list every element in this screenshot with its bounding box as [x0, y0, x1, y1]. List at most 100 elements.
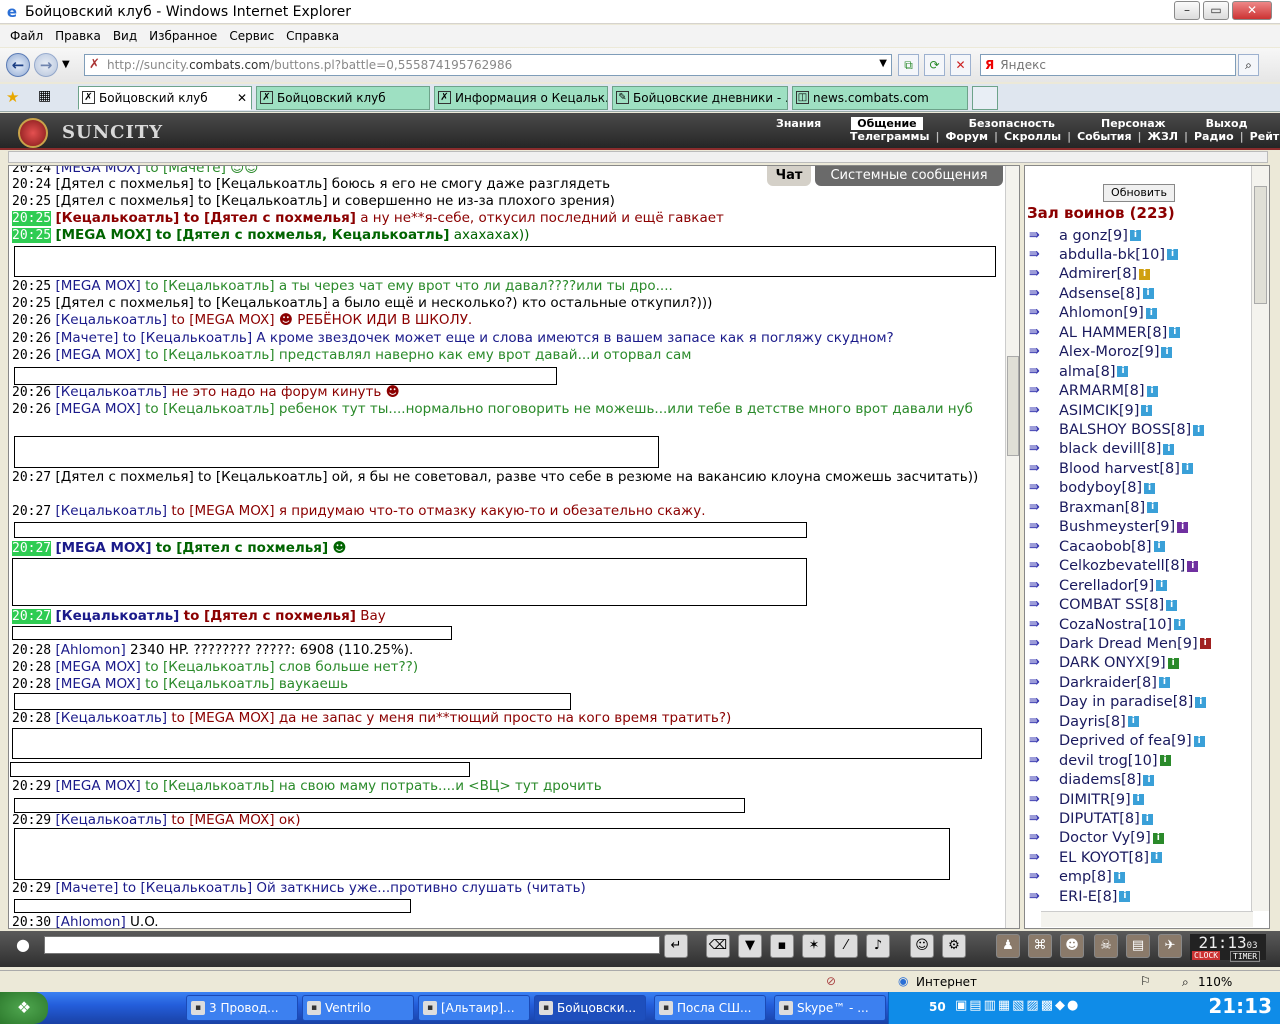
- message-nick[interactable]: [MEGA MOX]: [55, 676, 140, 692]
- filter-icon[interactable]: ▼: [738, 934, 762, 958]
- fighter-icon[interactable]: ✶: [802, 934, 826, 958]
- player-info-icon[interactable]: i: [1142, 288, 1154, 300]
- player-info-icon[interactable]: i: [1193, 424, 1205, 436]
- inventory-icon[interactable]: ♟: [996, 934, 1020, 958]
- player-row[interactable]: ⇛ black devill [8] i: [1029, 440, 1175, 459]
- player-row[interactable]: ⇛ devil trog [10] i: [1029, 751, 1171, 770]
- player-info-icon[interactable]: i: [1117, 366, 1129, 378]
- zoom-level[interactable]: 110%: [1198, 975, 1232, 989]
- message-nick[interactable]: [MEGA MOX]: [55, 166, 140, 176]
- player-name[interactable]: DIPUTAT: [1059, 811, 1119, 827]
- player-info-icon[interactable]: i: [1146, 385, 1158, 397]
- player-row[interactable]: ⇛ Bushmeyster [9] i: [1029, 518, 1189, 537]
- stop-icon[interactable]: ✕: [950, 54, 971, 76]
- message-recipient[interactable]: to [Кецалькоатль]: [123, 880, 252, 896]
- menu-edit[interactable]: Правка: [55, 29, 101, 43]
- shop-icon[interactable]: ▤: [1126, 934, 1150, 958]
- message-recipient[interactable]: to [Кецалькоатль]: [145, 278, 274, 294]
- player-info-icon[interactable]: i: [1152, 832, 1164, 844]
- close-button[interactable]: ✕: [1232, 1, 1272, 20]
- player-name[interactable]: COMBAT SS: [1059, 597, 1144, 613]
- player-info-icon[interactable]: i: [1153, 541, 1165, 553]
- protected-mode-icon[interactable]: ⚐: [1140, 974, 1151, 988]
- player-name[interactable]: CozaNostra: [1059, 617, 1142, 633]
- player-name[interactable]: DIMITR: [1059, 792, 1110, 808]
- player-info-icon[interactable]: i: [1145, 307, 1157, 319]
- private-message-icon[interactable]: ⇛: [1029, 266, 1059, 282]
- popup-blocker-icon[interactable]: ⊘: [826, 974, 836, 988]
- eraser-icon[interactable]: ⌫: [706, 934, 730, 958]
- taskbar-item[interactable]: ▪ 3 Провод...: [186, 995, 298, 1021]
- address-dropdown-icon[interactable]: ▼: [879, 58, 887, 69]
- player-row[interactable]: ⇛ Dark Dread Men [9] i: [1029, 634, 1211, 653]
- player-info-icon[interactable]: i: [1129, 230, 1141, 241]
- message-nick[interactable]: [MEGA MOX]: [55, 227, 151, 243]
- private-message-icon[interactable]: ⇛: [1029, 500, 1059, 516]
- private-message-icon[interactable]: ⇛: [1029, 383, 1059, 399]
- message-nick[interactable]: [Кецалькоатль]: [55, 608, 179, 624]
- message-recipient[interactable]: to [Кецалькоатль]: [198, 295, 327, 311]
- player-info-icon[interactable]: i: [1161, 346, 1173, 358]
- player-info-icon[interactable]: i: [1141, 405, 1153, 417]
- message-nick[interactable]: [Мачете]: [55, 330, 118, 346]
- player-name[interactable]: Darkraider: [1059, 675, 1136, 691]
- menu-help[interactable]: Справка: [286, 29, 339, 43]
- menu-favorites[interactable]: Избранное: [149, 29, 217, 43]
- private-message-icon[interactable]: ⇛: [1029, 403, 1059, 419]
- player-row[interactable]: ⇛ DIPUTAT [8] i: [1029, 810, 1153, 829]
- private-message-icon[interactable]: ⇛: [1029, 617, 1059, 633]
- menu-events[interactable]: События: [1071, 130, 1137, 143]
- player-info-icon[interactable]: i: [1132, 794, 1144, 806]
- message-recipient[interactable]: to [MEGA MOX]: [171, 812, 274, 828]
- player-info-icon[interactable]: i: [1199, 638, 1211, 650]
- message-recipient[interactable]: to [MEGA MOX]: [171, 503, 274, 519]
- private-message-icon[interactable]: ⇛: [1029, 675, 1059, 691]
- message-nick[interactable]: [Кецалькоатль]: [55, 710, 167, 726]
- player-row[interactable]: ⇛ Celkozbevatell [8] i: [1029, 557, 1199, 576]
- private-message-icon[interactable]: ⇛: [1029, 558, 1059, 574]
- message-nick[interactable]: [Ahlomon]: [55, 642, 125, 658]
- send-icon[interactable]: ↵: [664, 934, 688, 958]
- start-button[interactable]: ❖: [0, 992, 48, 1024]
- message-nick[interactable]: [Дятел с похмелья]: [55, 193, 193, 209]
- player-name[interactable]: Dark Dread Men: [1059, 636, 1177, 652]
- tab-close-icon[interactable]: ✕: [237, 87, 247, 109]
- player-row[interactable]: ⇛ Adsense [8] i: [1029, 284, 1154, 303]
- private-message-icon[interactable]: ⇛: [1029, 597, 1059, 613]
- player-row[interactable]: ⇛ ARMARM [8] i: [1029, 382, 1158, 401]
- player-name[interactable]: EL KOYOT: [1059, 850, 1129, 866]
- menu-rating[interactable]: Рейтинг: [1244, 130, 1280, 143]
- player-name[interactable]: Braxman: [1059, 500, 1125, 516]
- player-row[interactable]: ⇛ Dayris [8] i: [1029, 712, 1139, 731]
- menu-character[interactable]: Персонаж: [1095, 117, 1172, 130]
- message-recipient[interactable]: to [Кецалькоатль]: [198, 193, 327, 209]
- message-recipient[interactable]: to [Кецалькоатль]: [123, 330, 252, 346]
- tab-1[interactable]: ✗ Бойцовский клуб ✕: [78, 86, 252, 110]
- quick-tabs-icon[interactable]: ▦: [38, 88, 51, 104]
- timer-label[interactable]: TIMER: [1230, 951, 1261, 962]
- taskbar-clock[interactable]: 21:13: [1208, 994, 1272, 1018]
- player-row[interactable]: ⇛ Deprived of fea [9] i: [1029, 732, 1205, 751]
- private-message-icon[interactable]: ⇛: [1029, 636, 1059, 652]
- private-message-icon[interactable]: ⇛: [1029, 869, 1059, 885]
- taskbar-item[interactable]: ▪ Ventrilo: [302, 995, 414, 1021]
- message-nick[interactable]: [Кецалькоатль]: [55, 312, 167, 328]
- player-name[interactable]: Blood harvest: [1059, 461, 1159, 477]
- player-name[interactable]: DARK ONYX: [1059, 655, 1145, 671]
- player-row[interactable]: ⇛ abdulla-bk [10] i: [1029, 245, 1179, 264]
- player-row[interactable]: ⇛ Blood harvest [8] i: [1029, 459, 1193, 478]
- player-info-icon[interactable]: i: [1147, 502, 1159, 514]
- taskbar-item[interactable]: ▪ Skype™ - ...: [774, 995, 886, 1021]
- tray-icons[interactable]: ▣▤▥▦▧▨▩◆●: [955, 998, 1080, 1013]
- player-info-icon[interactable]: i: [1141, 813, 1153, 825]
- menu-scrolls[interactable]: Скроллы: [998, 130, 1067, 143]
- player-row[interactable]: ⇛ bodyboy [8] i: [1029, 479, 1156, 498]
- menu-telegrams[interactable]: Телеграммы: [844, 130, 935, 143]
- player-info-icon[interactable]: i: [1151, 852, 1163, 864]
- message-nick[interactable]: [Кецалькоатль]: [55, 210, 179, 226]
- player-name[interactable]: alma: [1059, 364, 1095, 380]
- player-name[interactable]: Cerellador: [1059, 578, 1134, 594]
- player-name[interactable]: Dayris: [1059, 714, 1105, 730]
- player-info-icon[interactable]: i: [1127, 716, 1139, 728]
- private-message-icon[interactable]: ⇛: [1029, 733, 1059, 749]
